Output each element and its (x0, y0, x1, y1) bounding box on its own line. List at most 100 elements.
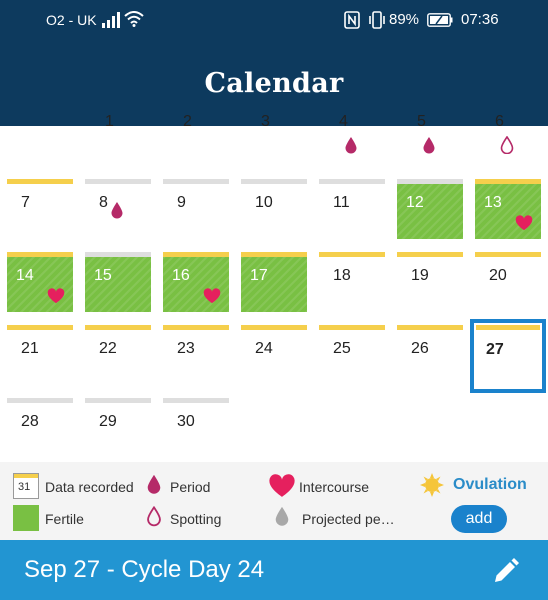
day-number: 25 (333, 340, 351, 357)
carrier-name: O2 - UK (46, 12, 97, 28)
legend-fertile: Fertile (45, 511, 84, 527)
fertile-fill: 16 (163, 257, 229, 312)
calendar-day-3[interactable]: 3 (241, 113, 307, 176)
data-recorded-bar (475, 252, 541, 257)
fertile-fill: 17 (241, 257, 307, 312)
period-drop-icon (422, 136, 436, 154)
calendar-day-16[interactable]: 16 (163, 252, 229, 312)
projected-bar (241, 179, 307, 184)
fertile-fill: 13 (475, 184, 541, 239)
calendar-day-14[interactable]: 14 (7, 252, 73, 312)
day-number: 3 (261, 113, 270, 130)
legend: 31 Data recorded Period Intercourse Ovul… (0, 462, 548, 540)
page-title: Calendar (204, 68, 344, 99)
calendar-day-17[interactable]: 17 (241, 252, 307, 312)
day-number: 16 (172, 267, 190, 284)
day-number: 2 (183, 113, 192, 130)
projected-bar (85, 398, 151, 403)
calendar-day-29[interactable]: 29 (85, 398, 151, 458)
projected-bar (163, 398, 229, 403)
calendar-day-13[interactable]: 13 (475, 179, 541, 239)
period-drop-icon (344, 136, 358, 154)
heart-icon (269, 474, 295, 497)
day-number: 28 (21, 413, 39, 430)
day-number: 15 (94, 267, 112, 284)
day-number: 18 (333, 267, 351, 284)
calendar-day-9[interactable]: 9 (163, 179, 229, 239)
nfc-icon (344, 11, 360, 29)
calendar-day-1[interactable]: 1 (85, 113, 151, 176)
pencil-icon[interactable] (491, 556, 521, 586)
calendar-day-26[interactable]: 26 (397, 325, 463, 385)
projected-bar (163, 179, 229, 184)
calendar-day-25[interactable]: 25 (319, 325, 385, 385)
sun-icon (420, 473, 444, 497)
calendar-day-21[interactable]: 21 (7, 325, 73, 385)
calendar-day-7[interactable]: 7 (7, 179, 73, 239)
day-number: 14 (16, 267, 34, 284)
cycle-day-label: Sep 27 - Cycle Day 24 (24, 556, 265, 583)
footer-bar[interactable]: Sep 27 - Cycle Day 24 (0, 540, 548, 600)
day-number: 30 (177, 413, 195, 430)
calendar-day-19[interactable]: 19 (397, 252, 463, 312)
data-recorded-bar (163, 325, 229, 330)
calendar-day-20[interactable]: 20 (475, 252, 541, 312)
data-recorded-bar (319, 252, 385, 257)
legend-data-recorded: Data recorded (45, 479, 134, 495)
calendar-day-27[interactable]: 27 (470, 319, 546, 393)
calendar-day-22[interactable]: 22 (85, 325, 151, 385)
data-recorded-bar (397, 252, 463, 257)
day-number: 6 (495, 113, 504, 130)
data-recorded-bar (7, 325, 73, 330)
fertile-fill: 14 (7, 257, 73, 312)
day-number: 5 (417, 113, 426, 130)
day-number: 21 (21, 340, 39, 357)
clock: 07:36 (461, 11, 499, 28)
fertile-fill: 15 (85, 257, 151, 312)
battery-icon (427, 13, 453, 27)
day-number: 19 (411, 267, 429, 284)
signal-icon (102, 12, 120, 28)
battery-percent: 89% (389, 11, 420, 28)
calendar-day-15[interactable]: 15 (85, 252, 151, 312)
day-number: 17 (250, 267, 268, 284)
heart-icon (47, 288, 65, 304)
calendar-day-12[interactable]: 12 (397, 179, 463, 239)
calendar-day-6[interactable]: 6 (475, 113, 541, 176)
day-number: 4 (339, 113, 348, 130)
calendar-day-8[interactable]: 8 (85, 179, 151, 239)
period-drop-icon (147, 474, 161, 494)
day-number: 20 (489, 267, 507, 284)
calendar-day-5[interactable]: 5 (397, 113, 463, 176)
heart-icon (515, 215, 533, 231)
calendar-day-30[interactable]: 30 (163, 398, 229, 458)
calendar-day-10[interactable]: 10 (241, 179, 307, 239)
calendar-day-4[interactable]: 4 (319, 113, 385, 176)
projected-bar (85, 179, 151, 184)
data-recorded-bar (85, 325, 151, 330)
calendar-day-28[interactable]: 28 (7, 398, 73, 458)
calendar-day-11[interactable]: 11 (319, 179, 385, 239)
legend-period: Period (170, 479, 211, 495)
day-number: 26 (411, 340, 429, 357)
data-recorded-bar (397, 325, 463, 330)
calendar-day-23[interactable]: 23 (163, 325, 229, 385)
fertile-swatch (13, 505, 39, 531)
legend-projected: Projected pe… (302, 511, 395, 527)
day-number: 22 (99, 340, 117, 357)
calendar-grid: 1 2 3 4 5 6 7 8 9 10 11 12 13 14 15 16 17 18 19 20 21 22 23 24 2… (0, 113, 548, 462)
calendar-day-2[interactable]: 2 (163, 113, 229, 176)
fertile-fill: 12 (397, 184, 463, 239)
add-button[interactable]: add (451, 505, 507, 533)
projected-bar (7, 398, 73, 403)
spotting-drop-icon (500, 135, 514, 155)
day-number: 24 (255, 340, 273, 357)
day-number: 8 (99, 194, 108, 211)
day-number: 27 (486, 341, 504, 358)
calendar-day-24[interactable]: 24 (241, 325, 307, 385)
calendar-day-18[interactable]: 18 (319, 252, 385, 312)
spotting-drop-icon (147, 505, 161, 527)
legend-spotting: Spotting (170, 511, 222, 527)
data-recorded-bar (476, 325, 540, 330)
projected-bar (319, 179, 385, 184)
